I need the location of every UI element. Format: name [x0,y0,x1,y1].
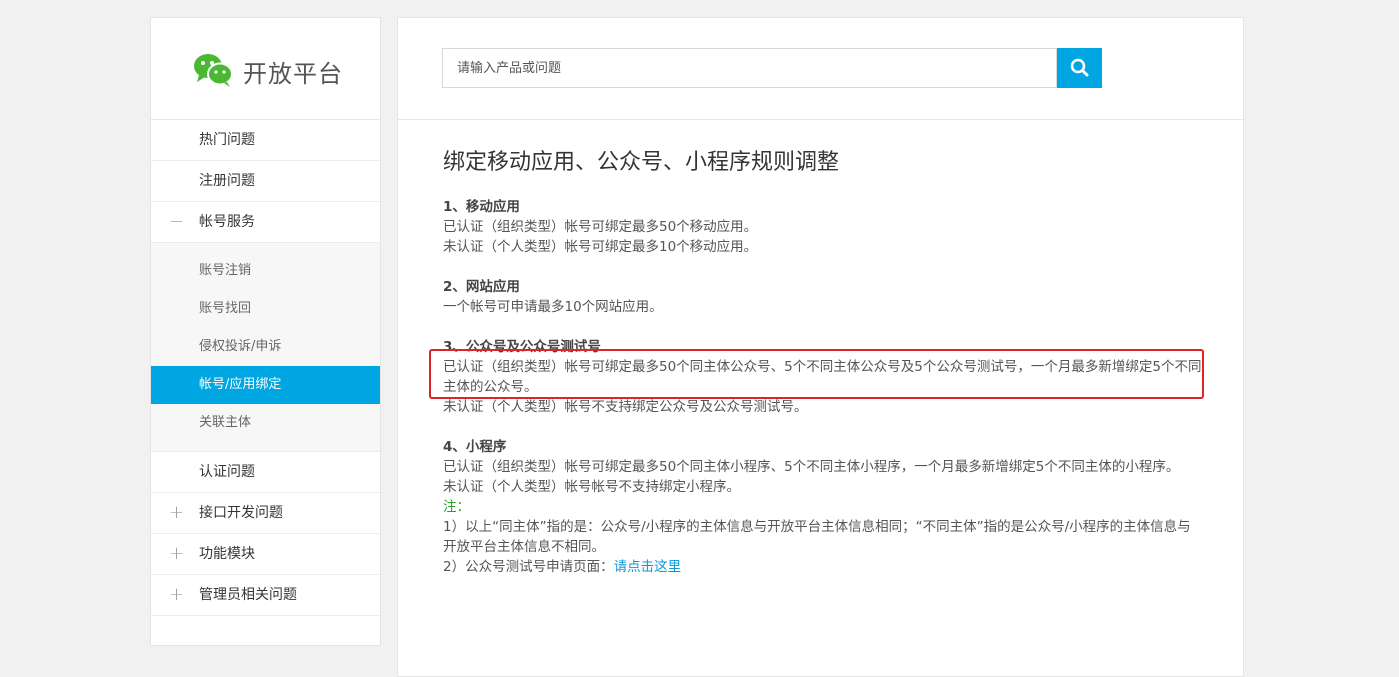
sidebar: 开放平台 热门问题 注册问题 − 帐号服务 账号注销 账号找回 侵权投诉/申诉 … [150,17,381,646]
expand-icon: + [169,502,185,523]
sidebar-item-register-questions[interactable]: 注册问题 [151,161,380,202]
sidebar-item-admin[interactable]: + 管理员相关问题 [151,575,380,616]
note-line-1: 1）以上“同主体”指的是：公众号/小程序的主体信息与开放平台主体信息相同；“不同… [443,519,1191,555]
main-panel: 绑定移动应用、公众号、小程序规则调整 1、移动应用 已认证（组织类型）帐号可绑定… [397,17,1244,677]
note-2-prefix: 2）公众号测试号申请页面： [443,559,614,575]
sidebar-submenu: 账号注销 账号找回 侵权投诉/申诉 帐号/应用绑定 关联主体 [151,243,380,452]
section-line: 未认证（个人类型）帐号可绑定最多10个移动应用。 [443,239,758,255]
collapse-icon: − [169,211,185,232]
section-heading: 2、网站应用 [443,279,520,295]
sidebar-item-label: 管理员相关问题 [199,587,297,603]
search-bar [398,18,1243,120]
sidebar-item-label: 帐号服务 [199,214,255,230]
note-label: 注： [443,499,470,515]
sidebar-item-label: 热门问题 [199,132,255,148]
sidebar-subitem-label: 账号找回 [199,301,252,316]
section-website-apps: 2、网站应用 一个帐号可申请最多10个网站应用。 [443,277,1203,317]
section-line: 一个帐号可申请最多10个网站应用。 [443,299,663,315]
expand-icon: + [169,543,185,564]
sidebar-subitem-account-recover[interactable]: 账号找回 [151,290,380,328]
sidebar-item-label: 功能模块 [199,546,255,562]
section-line: 已认证（组织类型）帐号可绑定最多50个移动应用。 [443,219,758,235]
search-icon [1070,58,1089,77]
sidebar-item-label: 接口开发问题 [199,505,283,521]
sidebar-subitem-app-binding[interactable]: 帐号/应用绑定 [151,366,380,404]
sidebar-item-hot-questions[interactable]: 热门问题 [151,120,380,161]
note-line-2: 2）公众号测试号申请页面：请点击这里 [443,557,1203,577]
sidebar-subitem-linked-entity[interactable]: 关联主体 [151,404,380,442]
sidebar-subitem-complaint[interactable]: 侵权投诉/申诉 [151,328,380,366]
sidebar-item-account-service[interactable]: − 帐号服务 [151,202,380,243]
search-button[interactable] [1057,48,1102,88]
sidebar-item-label: 认证问题 [199,464,255,480]
sidebar-item-api-dev[interactable]: + 接口开发问题 [151,493,380,534]
section-heading: 4、小程序 [443,439,507,455]
logo-text: 开放平台 [243,60,343,88]
section-line: 未认证（个人类型）帐号帐号不支持绑定小程序。 [443,479,740,495]
highlight-annotation-box [429,349,1204,399]
section-mini-programs: 4、小程序 已认证（组织类型）帐号可绑定最多50个同主体小程序、5个不同主体小程… [443,437,1203,577]
test-account-apply-link[interactable]: 请点击这里 [614,559,682,575]
section-mobile-apps: 1、移动应用 已认证（组织类型）帐号可绑定最多50个移动应用。 未认证（个人类型… [443,197,1203,257]
logo[interactable]: 开放平台 [151,18,380,120]
section-line: 已认证（组织类型）帐号可绑定最多50个同主体小程序、5个不同主体小程序，一个月最… [443,459,1180,475]
sidebar-item-verification[interactable]: 认证问题 [151,452,380,493]
search-input[interactable] [442,48,1057,88]
sidebar-item-features[interactable]: + 功能模块 [151,534,380,575]
article-title: 绑定移动应用、公众号、小程序规则调整 [443,150,840,175]
expand-icon: + [169,584,185,605]
sidebar-subitem-label: 账号注销 [199,263,252,278]
sidebar-subitem-label: 侵权投诉/申诉 [199,339,282,354]
section-heading: 1、移动应用 [443,199,520,215]
sidebar-item-label: 注册问题 [199,173,255,189]
section-line: 未认证（个人类型）帐号不支持绑定公众号及公众号测试号。 [443,399,808,415]
sidebar-subitem-label: 关联主体 [199,415,252,430]
sidebar-subitem-account-cancel[interactable]: 账号注销 [151,252,380,290]
sidebar-subitem-label: 帐号/应用绑定 [199,377,282,392]
wechat-logo-icon [194,54,233,87]
